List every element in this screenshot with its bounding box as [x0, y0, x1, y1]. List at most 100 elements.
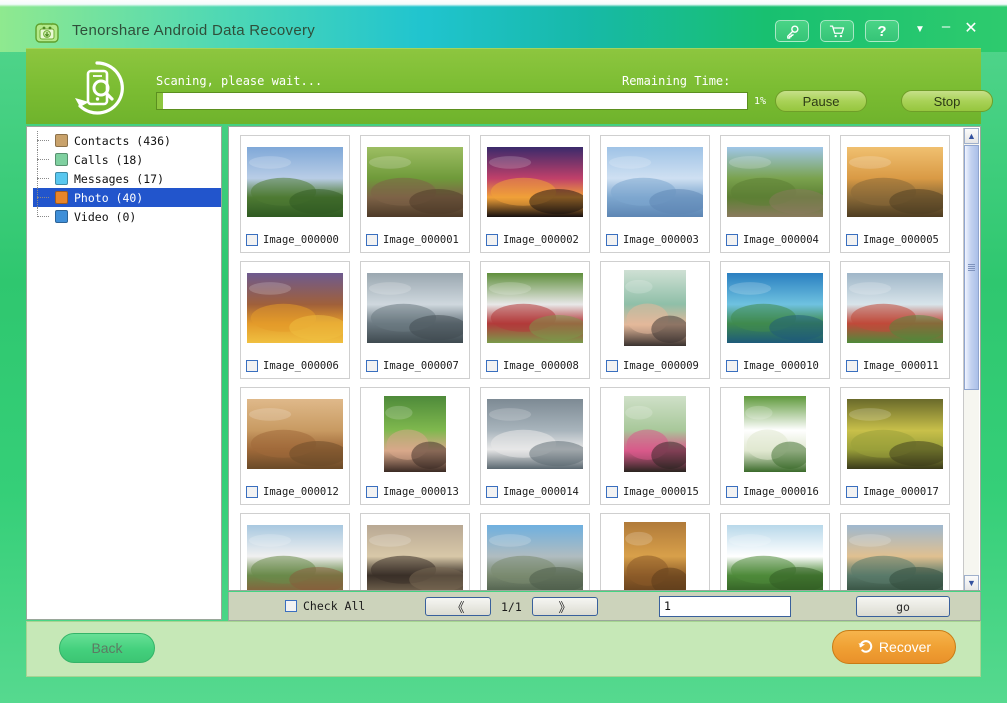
photo-checkbox[interactable]: [366, 234, 378, 246]
photo-grid-scrollbar[interactable]: ▲ ▼: [963, 128, 979, 590]
photo-item[interactable]: Image_000018: [240, 513, 350, 590]
photo-item[interactable]: Image_000017: [840, 387, 950, 505]
photo-thumbnail[interactable]: [607, 522, 703, 590]
photo-checkbox[interactable]: [246, 486, 258, 498]
photo-thumbnail[interactable]: [487, 522, 583, 590]
window-title: Tenorshare Android Data Recovery: [72, 22, 316, 39]
photo-thumbnail[interactable]: [847, 144, 943, 220]
photo-item[interactable]: Image_000008: [480, 261, 590, 379]
photo-thumbnail[interactable]: [247, 270, 343, 346]
photo-thumbnail[interactable]: [367, 396, 463, 472]
sidebar-item-calls[interactable]: Calls (18): [33, 150, 221, 169]
photo-item[interactable]: Image_000014: [480, 387, 590, 505]
photo-thumbnail[interactable]: [487, 396, 583, 472]
photo-checkbox[interactable]: [246, 234, 258, 246]
photo-checkbox[interactable]: [486, 234, 498, 246]
next-page-button[interactable]: 》: [532, 597, 598, 616]
photo-thumbnail[interactable]: [847, 396, 943, 472]
photo-thumbnail[interactable]: [607, 396, 703, 472]
photo-item[interactable]: Image_000005: [840, 135, 950, 253]
photo-item[interactable]: Image_000002: [480, 135, 590, 253]
go-button[interactable]: go: [856, 596, 950, 617]
help-button[interactable]: ?: [865, 20, 899, 42]
photo-checkbox[interactable]: [846, 234, 858, 246]
scroll-up-arrow-icon[interactable]: ▲: [964, 128, 979, 144]
photo-checkbox[interactable]: [726, 360, 738, 372]
photo-item[interactable]: Image_000019: [360, 513, 470, 590]
scan-percent-text: 1%: [754, 96, 767, 107]
photo-item-label: Image_000000: [263, 234, 339, 246]
chevron-down-icon[interactable]: ▼: [911, 24, 929, 35]
sidebar-item-video[interactable]: Video (0): [33, 207, 221, 226]
photo-checkbox[interactable]: [726, 234, 738, 246]
photo-item[interactable]: Image_000013: [360, 387, 470, 505]
photo-checkbox[interactable]: [846, 486, 858, 498]
grid-toolbar: Check All 《 1/1 》 1 go: [228, 592, 981, 621]
photo-item[interactable]: Image_000021: [600, 513, 710, 590]
close-button[interactable]: ✕: [962, 18, 980, 38]
photo-thumbnail[interactable]: [727, 522, 823, 590]
photo-item[interactable]: Image_000000: [240, 135, 350, 253]
photo-checkbox[interactable]: [246, 360, 258, 372]
photo-item[interactable]: Image_000012: [240, 387, 350, 505]
photo-item[interactable]: Image_000011: [840, 261, 950, 379]
photo-thumbnail[interactable]: [487, 270, 583, 346]
photo-item[interactable]: Image_000003: [600, 135, 710, 253]
photo-thumbnail[interactable]: [847, 270, 943, 346]
photo-thumbnail[interactable]: [247, 396, 343, 472]
photo-item[interactable]: Image_000004: [720, 135, 830, 253]
photo-item-label: Image_000005: [863, 234, 939, 246]
previous-page-button[interactable]: 《: [425, 597, 491, 616]
scroll-down-arrow-icon[interactable]: ▼: [964, 575, 979, 590]
photo-thumbnail[interactable]: [727, 396, 823, 472]
minimize-button[interactable]: –: [937, 18, 955, 35]
photo-item[interactable]: Image_000010: [720, 261, 830, 379]
photo-thumbnail[interactable]: [727, 270, 823, 346]
photo-checkbox[interactable]: [846, 360, 858, 372]
photo-checkbox[interactable]: [726, 486, 738, 498]
photo-checkbox[interactable]: [486, 486, 498, 498]
photo-thumbnail[interactable]: [487, 144, 583, 220]
photo-thumbnail[interactable]: [367, 270, 463, 346]
photo-item[interactable]: Image_000009: [600, 261, 710, 379]
back-button[interactable]: Back: [59, 633, 155, 663]
scrollbar-thumb[interactable]: [964, 145, 979, 390]
photo-item[interactable]: Image_000006: [240, 261, 350, 379]
scan-status-text: Scaning, please wait...: [156, 74, 323, 88]
stop-button[interactable]: Stop: [901, 90, 993, 112]
photo-item[interactable]: Image_000020: [480, 513, 590, 590]
photo-item-footer: Image_000006: [246, 360, 339, 372]
photo-item[interactable]: Image_000022: [720, 513, 830, 590]
photo-thumbnail[interactable]: [247, 522, 343, 590]
page-number-input[interactable]: 1: [659, 596, 791, 617]
photo-item[interactable]: Image_000016: [720, 387, 830, 505]
pause-button[interactable]: Pause: [775, 90, 867, 112]
photo-checkbox[interactable]: [366, 360, 378, 372]
photo-item[interactable]: Image_000023: [840, 513, 950, 590]
photo-checkbox[interactable]: [366, 486, 378, 498]
photo-item[interactable]: Image_000015: [600, 387, 710, 505]
sidebar-item-messages[interactable]: Messages (17): [33, 169, 221, 188]
photo-checkbox[interactable]: [486, 360, 498, 372]
recover-button[interactable]: Recover: [832, 630, 956, 664]
registration-key-button[interactable]: [775, 20, 809, 42]
check-all-checkbox[interactable]: [285, 600, 297, 612]
check-all-control[interactable]: Check All: [285, 599, 365, 613]
photo-checkbox[interactable]: [606, 486, 618, 498]
photo-thumbnail[interactable]: [607, 270, 703, 346]
photo-item[interactable]: Image_000001: [360, 135, 470, 253]
sidebar-item-contacts[interactable]: Contacts (436): [33, 131, 221, 150]
photo-thumbnail[interactable]: [727, 144, 823, 220]
buy-now-button[interactable]: [820, 20, 854, 42]
photo-thumbnail[interactable]: [607, 144, 703, 220]
photo-item-label: Image_000012: [263, 486, 339, 498]
photo-checkbox[interactable]: [606, 234, 618, 246]
photo-thumbnail[interactable]: [247, 144, 343, 220]
photo-item[interactable]: Image_000007: [360, 261, 470, 379]
sidebar-item-photo[interactable]: Photo (40): [33, 188, 221, 207]
photo-checkbox[interactable]: [606, 360, 618, 372]
photo-thumbnail[interactable]: [847, 522, 943, 590]
photo-thumbnail[interactable]: [367, 144, 463, 220]
tree-connector: [37, 159, 49, 160]
photo-thumbnail[interactable]: [367, 522, 463, 590]
